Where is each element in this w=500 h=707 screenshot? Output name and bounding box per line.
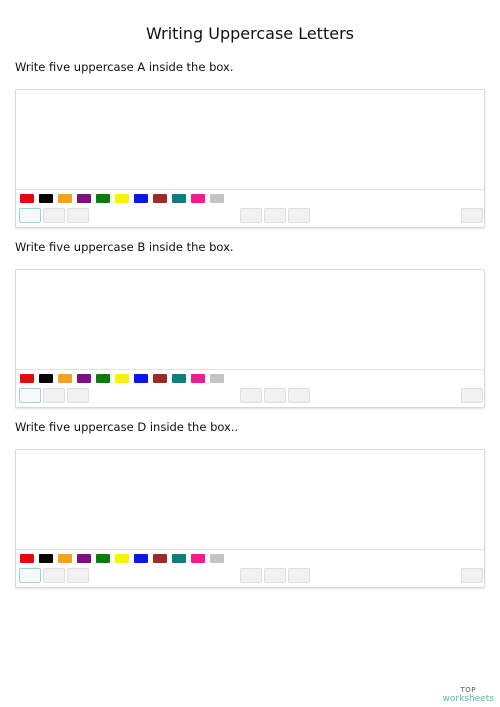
color-swatch-blue[interactable] — [134, 374, 148, 383]
color-swatch-teal[interactable] — [172, 194, 186, 203]
color-palette — [20, 374, 224, 384]
exercise-prompt: Write five uppercase D inside the box.. — [15, 420, 239, 434]
color-palette — [20, 194, 224, 204]
line-icon[interactable] — [67, 568, 89, 583]
redo-icon[interactable] — [264, 388, 286, 403]
color-swatch-gray[interactable] — [210, 554, 224, 563]
undo-icon[interactable] — [240, 388, 262, 403]
color-swatch-gray[interactable] — [210, 374, 224, 383]
redo-icon[interactable] — [264, 208, 286, 223]
color-swatch-teal[interactable] — [172, 374, 186, 383]
drawing-toolbar — [19, 388, 483, 403]
page-title: Writing Uppercase Letters — [146, 24, 354, 43]
undo-icon[interactable] — [240, 208, 262, 223]
drawing-box — [15, 449, 485, 588]
color-swatch-yellow[interactable] — [115, 194, 129, 203]
color-swatch-green[interactable] — [96, 194, 110, 203]
brand-bottom-text: worksheets — [442, 694, 494, 704]
clear-icon[interactable] — [288, 208, 310, 223]
color-swatch-green[interactable] — [96, 554, 110, 563]
drawing-toolbar — [19, 568, 483, 583]
color-swatch-yellow[interactable] — [115, 374, 129, 383]
eraser-icon[interactable] — [43, 208, 65, 223]
color-swatch-brown[interactable] — [153, 374, 167, 383]
color-swatch-blue[interactable] — [134, 194, 148, 203]
clear-icon[interactable] — [288, 388, 310, 403]
color-swatch-pink[interactable] — [191, 374, 205, 383]
color-swatch-purple[interactable] — [77, 194, 91, 203]
color-swatch-black[interactable] — [39, 374, 53, 383]
color-swatch-orange[interactable] — [58, 194, 72, 203]
color-swatch-orange[interactable] — [58, 554, 72, 563]
line-icon[interactable] — [67, 208, 89, 223]
trash-icon[interactable] — [461, 208, 483, 223]
exercise-prompt: Write five uppercase B inside the box. — [15, 240, 234, 254]
color-swatch-red[interactable] — [20, 374, 34, 383]
eraser-icon[interactable] — [43, 568, 65, 583]
line-icon[interactable] — [67, 388, 89, 403]
drawing-canvas[interactable] — [16, 270, 484, 370]
exercise-section-b: Write five uppercase B inside the box. — [15, 240, 485, 408]
clear-icon[interactable] — [288, 568, 310, 583]
brand-logo: TOP worksheets — [443, 687, 494, 704]
color-swatch-yellow[interactable] — [115, 554, 129, 563]
color-swatch-blue[interactable] — [134, 554, 148, 563]
brand-top-text: TOP — [460, 686, 477, 694]
color-palette — [20, 554, 224, 564]
trash-icon[interactable] — [461, 568, 483, 583]
color-swatch-teal[interactable] — [172, 554, 186, 563]
color-swatch-red[interactable] — [20, 554, 34, 563]
color-swatch-green[interactable] — [96, 374, 110, 383]
drawing-box — [15, 269, 485, 408]
color-swatch-brown[interactable] — [153, 554, 167, 563]
eraser-icon[interactable] — [43, 388, 65, 403]
color-swatch-gray[interactable] — [210, 194, 224, 203]
color-swatch-pink[interactable] — [191, 194, 205, 203]
drawing-toolbar — [19, 208, 483, 223]
exercise-prompt: Write five uppercase A inside the box. — [15, 60, 234, 74]
color-swatch-black[interactable] — [39, 194, 53, 203]
color-swatch-purple[interactable] — [77, 374, 91, 383]
drawing-canvas[interactable] — [16, 450, 484, 550]
pen-icon[interactable] — [19, 568, 41, 583]
color-swatch-purple[interactable] — [77, 554, 91, 563]
color-swatch-black[interactable] — [39, 554, 53, 563]
pen-icon[interactable] — [19, 208, 41, 223]
redo-icon[interactable] — [264, 568, 286, 583]
drawing-box — [15, 89, 485, 228]
trash-icon[interactable] — [461, 388, 483, 403]
exercise-section-d: Write five uppercase D inside the box.. — [15, 420, 485, 588]
drawing-canvas[interactable] — [16, 90, 484, 190]
color-swatch-orange[interactable] — [58, 374, 72, 383]
exercise-section-a: Write five uppercase A inside the box. — [15, 60, 485, 228]
undo-icon[interactable] — [240, 568, 262, 583]
color-swatch-brown[interactable] — [153, 194, 167, 203]
color-swatch-pink[interactable] — [191, 554, 205, 563]
pen-icon[interactable] — [19, 388, 41, 403]
color-swatch-red[interactable] — [20, 194, 34, 203]
